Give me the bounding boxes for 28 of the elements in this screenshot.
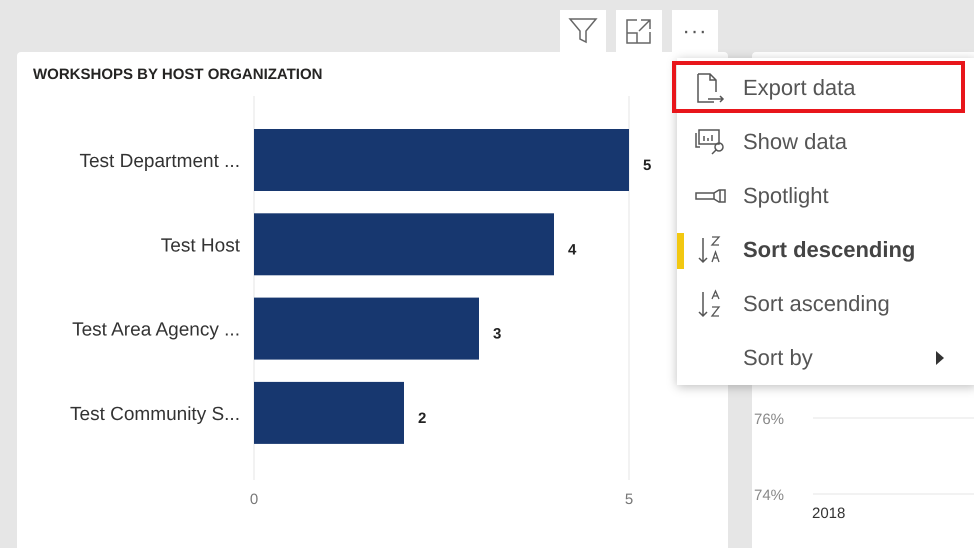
- axis-tick-label: 0: [250, 491, 258, 508]
- export-icon: [695, 72, 727, 104]
- caret-icon: [935, 351, 945, 365]
- category-label: Test Department ...: [79, 151, 240, 172]
- axis-tick-label: 5: [624, 491, 634, 508]
- selected-indicator: [677, 233, 684, 269]
- data-label: 4: [568, 241, 576, 258]
- data-label: 2: [418, 410, 426, 427]
- menu-item[interactable]: Sort by: [677, 331, 974, 385]
- focus-icon: [625, 17, 653, 45]
- menu-item[interactable]: Show data: [677, 115, 974, 169]
- category-label: Test Host: [160, 235, 240, 256]
- axis-tick-label: 2018: [812, 505, 846, 522]
- category-label: Test Community S...: [70, 404, 240, 425]
- axis-tick-label: 76%: [754, 411, 784, 428]
- menu-item[interactable]: Export data: [677, 61, 974, 115]
- menu-item[interactable]: Spotlight: [677, 169, 974, 223]
- data-label: 5: [643, 157, 652, 174]
- data-label: 3: [493, 326, 502, 343]
- chart-title: WORKSHOPS BY HOST ORGANIZATION: [32, 65, 324, 85]
- more-options-button[interactable]: ···: [672, 10, 718, 52]
- category-label: Test Area Agency ...: [72, 320, 240, 341]
- axis-tick-label: 74%: [754, 487, 784, 504]
- filter-button[interactable]: [560, 10, 606, 52]
- filter-icon: [568, 16, 598, 46]
- menu-item[interactable]: Sort descending: [677, 223, 974, 277]
- focus-mode-button[interactable]: [616, 10, 662, 52]
- menu-item[interactable]: Sort ascending: [677, 277, 974, 331]
